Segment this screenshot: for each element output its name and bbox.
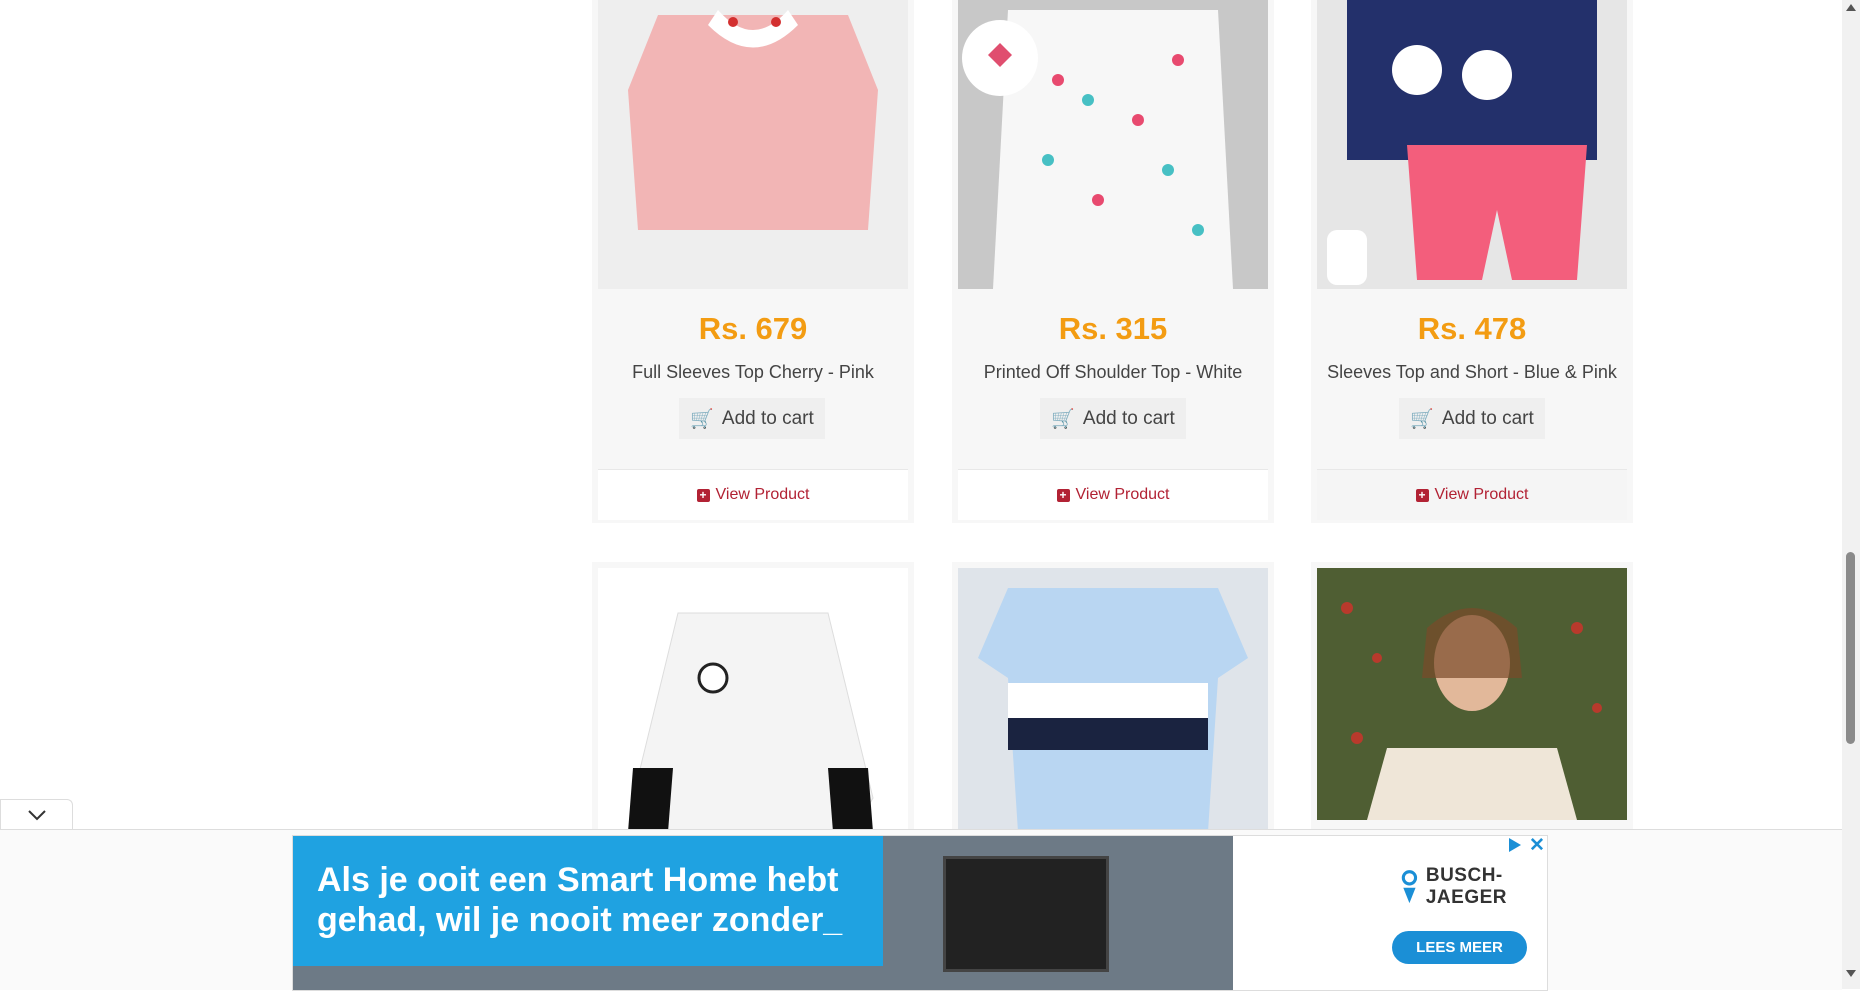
cart-icon: 🛒 — [690, 408, 714, 430]
product-card-6 — [1311, 562, 1633, 832]
add-to-cart-button[interactable]: 🛒 Add to cart — [1040, 398, 1186, 439]
product-price: Rs. 315 — [1058, 311, 1168, 346]
product-price: Rs. 679 — [698, 311, 808, 346]
busch-jaeger-logo-icon — [1401, 870, 1418, 904]
chevron-down-icon — [27, 810, 46, 821]
add-to-cart-label: Add to cart — [721, 407, 814, 429]
view-product-link[interactable]: + View Product — [958, 469, 1268, 520]
cart-icon: 🛒 — [1051, 408, 1075, 430]
product-card-3: Rs. 478 Sleeves Top and Short - Blue & P… — [1311, 0, 1633, 523]
ad-brand-name: BUSCH-JAEGER — [1425, 865, 1507, 908]
close-icon[interactable]: ✕ — [1529, 836, 1545, 857]
view-product-link[interactable]: + View Product — [1317, 469, 1627, 520]
plus-square-icon: + — [1415, 488, 1429, 502]
product-card-5 — [952, 562, 1274, 832]
product-card-4 — [592, 562, 914, 832]
add-to-cart-button[interactable]: 🛒 Add to cart — [679, 398, 825, 439]
ad-brand-logo: BUSCH-JAEGER — [1401, 864, 1547, 910]
add-to-cart-button[interactable]: 🛒 Add to cart — [1399, 398, 1545, 439]
product-image-white-top[interactable] — [958, 0, 1268, 289]
scrollbar-thumb[interactable] — [1846, 552, 1855, 744]
view-product-label: View Product — [715, 486, 810, 503]
add-to-cart-label: Add to cart — [1082, 407, 1175, 429]
vertical-scrollbar[interactable] — [1842, 0, 1860, 989]
product-price: Rs. 478 — [1417, 311, 1527, 346]
product-image-woman-floral[interactable] — [1317, 568, 1627, 820]
product-name[interactable]: Full Sleeves Top Cherry - Pink — [592, 362, 914, 383]
add-to-cart-label: Add to cart — [1441, 407, 1534, 429]
ad-headline-box: Als je ooit een Smart Home hebt gehad, w… — [293, 836, 883, 966]
product-name[interactable]: Sleeves Top and Short - Blue & Pink — [1311, 362, 1633, 383]
plus-square-icon: + — [696, 488, 710, 502]
cart-icon: 🛒 — [1410, 408, 1434, 430]
product-image-pink-top[interactable] — [598, 0, 908, 289]
ad-tablet-image — [943, 856, 1109, 972]
product-card-2: Rs. 315 Printed Off Shoulder Top - White… — [952, 0, 1274, 523]
product-card-1: Rs. 679 Full Sleeves Top Cherry - Pink 🛒… — [592, 0, 914, 523]
product-image-white-panda-shirt[interactable] — [598, 568, 908, 832]
scroll-up-arrow-icon[interactable] — [1846, 4, 1856, 11]
adchoices-icon[interactable] — [1509, 838, 1521, 852]
view-product-link[interactable]: + View Product — [598, 469, 908, 520]
ad-cta-button[interactable]: LEES MEER — [1392, 931, 1527, 964]
product-name[interactable]: Printed Off Shoulder Top - White — [952, 362, 1274, 383]
ad-headline: Als je ooit een Smart Home hebt gehad, w… — [317, 861, 843, 939]
product-image-blue-shirt[interactable] — [958, 568, 1268, 832]
scroll-down-arrow-icon[interactable] — [1846, 970, 1856, 977]
view-product-label: View Product — [1075, 486, 1170, 503]
ad-collapse-button[interactable] — [0, 799, 73, 830]
plus-square-icon: + — [1056, 488, 1070, 502]
view-product-label: View Product — [1434, 486, 1529, 503]
smart-home-ad[interactable]: Als je ooit een Smart Home hebt gehad, w… — [292, 835, 1548, 991]
product-image-blue-pink-set[interactable] — [1317, 0, 1627, 289]
